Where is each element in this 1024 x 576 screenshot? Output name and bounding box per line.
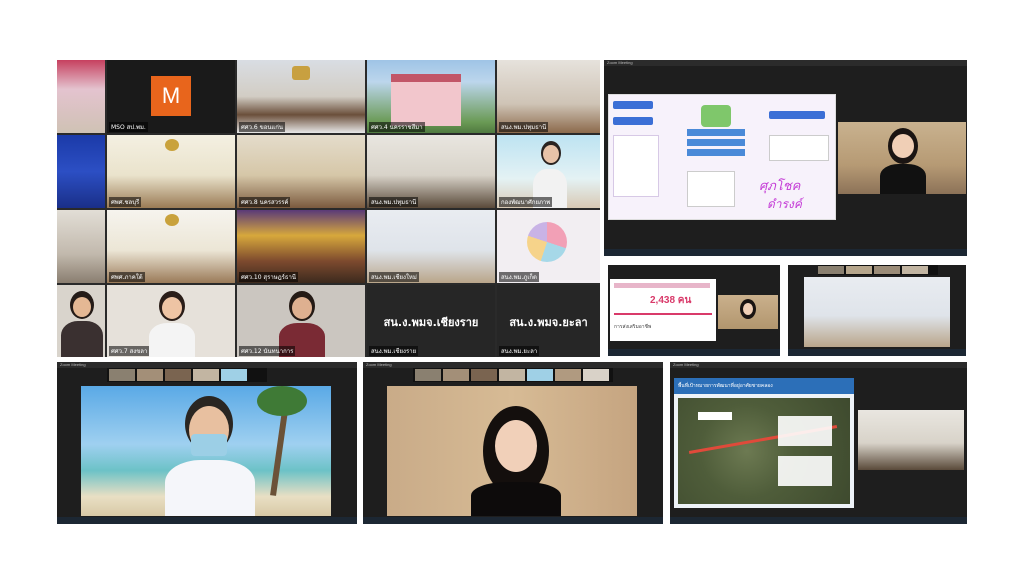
participant-name: สนง.พม.ปทุมธานี (369, 197, 419, 207)
participant-strip (818, 265, 938, 275)
video-tile[interactable]: สนง.พม.ปทุมธานี (367, 135, 495, 208)
participant-name-display: สน.ง.พมจ.ยะลา (509, 316, 588, 329)
annotation-text: ดำรงค์ (767, 197, 802, 211)
video-tile[interactable] (718, 295, 778, 329)
video-tile[interactable]: M MSO สป.พม. (107, 60, 235, 133)
participant-name: ศศว.6 ขอนแก่น (239, 122, 286, 132)
participant-name: ศศว.12 นันทนาการ (239, 346, 296, 356)
video-tile[interactable] (804, 277, 950, 347)
video-tile[interactable] (858, 410, 964, 470)
shared-slide: ศุภโชค ดำรงค์ (608, 94, 836, 220)
participant-video (149, 291, 195, 357)
gallery-panel: M MSO สป.พม. ศศว.6 ขอนแก่น ศศว.4 นครราชส… (57, 60, 600, 357)
participant-name: สนง.พม.ปทุมธานี (499, 122, 549, 132)
video-tile[interactable]: สนง.พม.เชียงใหม่ (367, 210, 495, 283)
taskbar (604, 249, 967, 256)
zoom-window-presenter: Zoom Meeting (363, 362, 663, 524)
participant-name: ศพศ.ภาคใต้ (109, 272, 145, 282)
video-tile[interactable]: ศศว.6 ขอนแก่น (237, 60, 365, 133)
stat-label: การส่งเสริมอาชีพ (614, 324, 652, 330)
video-tile[interactable]: สนง.พม.ภูเก็ต (497, 210, 600, 283)
participant-name: สนง.พม.ภูเก็ต (499, 272, 539, 282)
annotation-text: ศุภโชค (759, 179, 801, 194)
participant-video (165, 396, 255, 516)
participant-name: สนง.พม.เชียงใหม่ (369, 272, 419, 282)
zoom-window-map: Zoom Meeting พื้นที่เป้าหมายการพัฒนาที่อ… (670, 362, 967, 524)
avatar: M (151, 76, 191, 116)
video-tile[interactable] (57, 135, 105, 208)
video-tile[interactable]: กองพัฒนาศักยภาพ (497, 135, 600, 208)
video-tile[interactable]: ศศว.4 นครราชสีมา (367, 60, 495, 133)
participant-name: สนง.พม.ยะลา (499, 346, 540, 356)
participant-strip (107, 368, 267, 382)
taskbar (788, 349, 966, 356)
participant-video (471, 406, 561, 516)
video-tile[interactable] (57, 285, 105, 357)
participant-strip (413, 368, 613, 382)
zoom-window-share: Zoom Meeting ศุภโชค ดำรงค์ (604, 60, 967, 256)
stat-number: 2,438 คน (650, 295, 692, 306)
window-title: Zoom Meeting (604, 60, 967, 66)
video-tile[interactable] (838, 122, 966, 194)
video-tile[interactable]: สน.ง.พมจ.ยะลา สนง.พม.ยะลา (497, 285, 600, 357)
video-tile[interactable] (57, 210, 105, 283)
participant-name: ศศว.7 สงขลา (109, 346, 150, 356)
participant-name: ศศว.10 สุราษฎร์ธานี (239, 272, 299, 282)
video-tile[interactable]: ศศว.12 นันทนาการ (237, 285, 365, 357)
video-tile[interactable] (57, 60, 105, 133)
participant-video (880, 128, 926, 194)
shared-slide: พื้นที่เป้าหมายการพัฒนาที่อยู่อาศัยชายคล… (674, 378, 854, 508)
video-tile[interactable]: สนง.พม.ปทุมธานี (497, 60, 600, 133)
map-image (678, 398, 850, 504)
participant-name: สนง.พม.เชียงราย (369, 346, 419, 356)
participant-name: กองพัฒนาศักยภาพ (499, 197, 553, 207)
taskbar (608, 349, 780, 356)
video-tile[interactable]: สน.ง.พมจ.เชียงราย สนง.พม.เชียงราย (367, 285, 495, 357)
video-tile[interactable]: ศพศ.ชลบุรี (107, 135, 235, 208)
window-title: Zoom Meeting (670, 362, 967, 368)
zoom-window-room (788, 265, 966, 356)
participant-name: MSO สป.พม. (109, 122, 148, 132)
zoom-window-speaker: Zoom Meeting (57, 362, 357, 524)
participant-name: ศพศ.ชลบุรี (109, 197, 142, 207)
active-speaker-video[interactable] (81, 386, 331, 516)
participant-name: ศศว.8 นครสวรรค์ (239, 197, 291, 207)
active-speaker-video[interactable] (387, 386, 637, 516)
taskbar (363, 517, 663, 524)
taskbar (670, 517, 967, 524)
participant-name: ศศว.4 นครราชสีมา (369, 122, 425, 132)
zoom-window-slide: 2,438 คน การส่งเสริมอาชีพ (608, 265, 780, 356)
video-tile[interactable]: ศศว.10 สุราษฎร์ธานี (237, 210, 365, 283)
shared-slide: 2,438 คน การส่งเสริมอาชีพ (610, 279, 716, 341)
participant-video (61, 291, 103, 357)
taskbar (57, 517, 357, 524)
video-tile[interactable]: ศศว.8 นครสวรรค์ (237, 135, 365, 208)
video-tile[interactable]: ศพศ.ภาคใต้ (107, 210, 235, 283)
video-tile[interactable]: ศศว.7 สงขลา (107, 285, 235, 357)
slide-title: พื้นที่เป้าหมายการพัฒนาที่อยู่อาศัยชายคล… (674, 378, 854, 394)
participant-name-display: สน.ง.พมจ.เชียงราย (383, 316, 479, 329)
